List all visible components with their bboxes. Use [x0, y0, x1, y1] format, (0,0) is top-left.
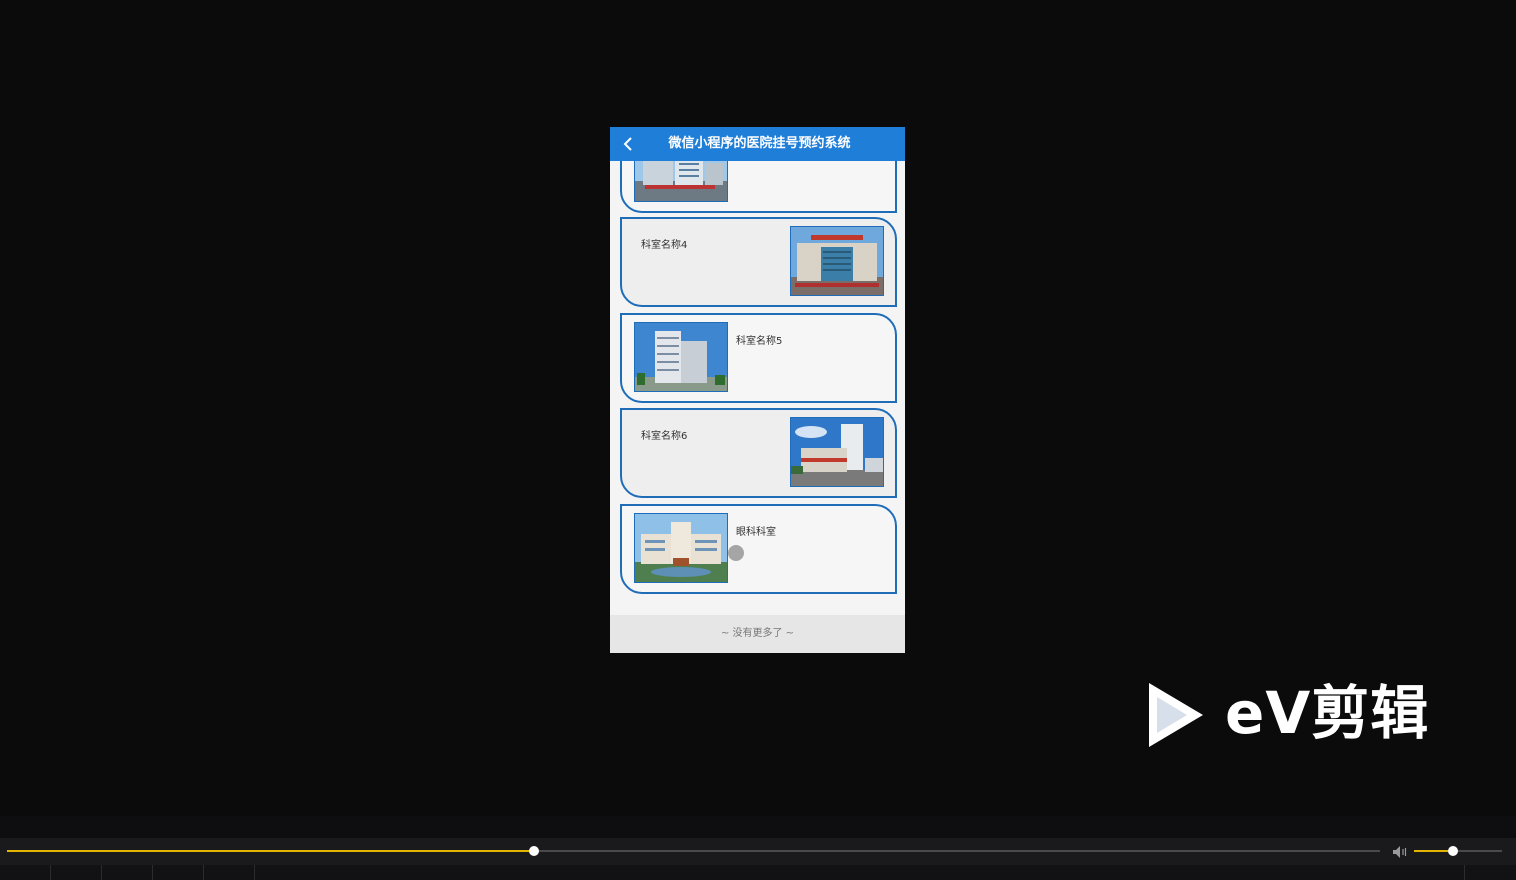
- toolbar-cell[interactable]: [204, 865, 255, 880]
- speaker-icon[interactable]: [1392, 844, 1408, 858]
- volume-handle[interactable]: [1447, 846, 1458, 856]
- toolbar-cell[interactable]: [102, 865, 153, 880]
- phone-screen: 微信小程序的医院挂号预约系统 科室名称4 科室名称5 科室名称6 眼科科室 ~ …: [610, 127, 905, 653]
- watermark-text: eV剪辑: [1225, 679, 1430, 747]
- department-card[interactable]: 科室名称6: [620, 408, 897, 498]
- department-card[interactable]: 眼科科室: [620, 504, 897, 594]
- department-image: [634, 161, 728, 202]
- app-title: 微信小程序的医院挂号预约系统: [668, 136, 851, 151]
- app-header: 微信小程序的医院挂号预约系统: [610, 127, 905, 161]
- toolbar-cell[interactable]: [153, 865, 204, 880]
- list-end-footer: ~ 没有更多了 ~: [610, 615, 905, 653]
- player-controls: [0, 816, 1516, 880]
- toolbar-cell[interactable]: [51, 865, 102, 880]
- volume-slider[interactable]: [1414, 846, 1502, 856]
- department-card[interactable]: 科室名称4: [620, 217, 897, 307]
- department-name: 科室名称5: [736, 336, 783, 347]
- department-list: 科室名称4 科室名称5 科室名称6 眼科科室: [610, 161, 905, 615]
- department-image: [634, 322, 728, 392]
- toolbar-cell[interactable]: [0, 865, 51, 880]
- department-name: 科室名称4: [641, 240, 688, 251]
- video-stage: 微信小程序的医院挂号预约系统 科室名称4 科室名称5 科室名称6 眼科科室 ~ …: [0, 0, 1516, 816]
- department-image: [790, 226, 884, 296]
- department-card[interactable]: 科室名称5: [620, 313, 897, 403]
- seek-bar[interactable]: [7, 846, 1380, 856]
- bottom-toolbar: [0, 865, 1516, 880]
- department-name: 科室名称6: [641, 431, 688, 442]
- play-logo-icon: [1149, 683, 1203, 747]
- department-card[interactable]: [620, 161, 897, 213]
- toolbar-cell[interactable]: [1464, 865, 1516, 880]
- watermark: eV剪辑: [1143, 676, 1443, 751]
- department-name: 眼科科室: [736, 527, 776, 538]
- volume-level: [1414, 850, 1453, 852]
- mouse-cursor: [728, 545, 744, 561]
- seek-progress: [7, 850, 535, 852]
- department-image: [634, 513, 728, 583]
- department-image: [790, 417, 884, 487]
